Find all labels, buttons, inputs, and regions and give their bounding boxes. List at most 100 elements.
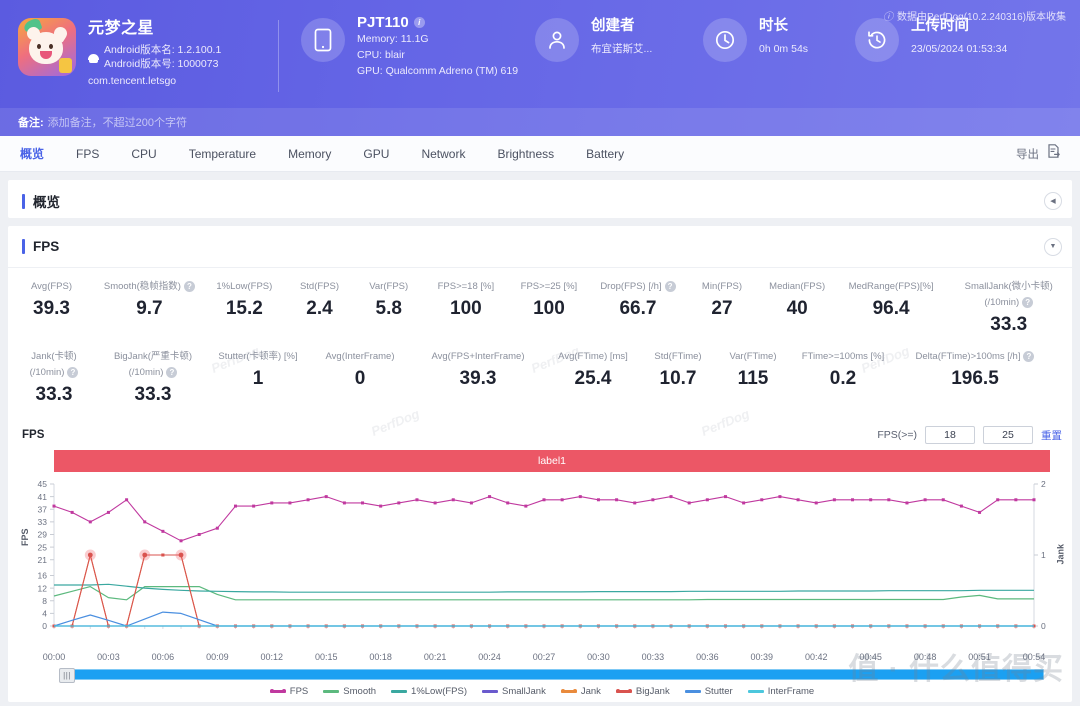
tab-gpu[interactable]: GPU xyxy=(347,136,405,172)
metric-value: 9.7 xyxy=(136,298,163,319)
legend-item[interactable]: InterFrame xyxy=(747,686,814,697)
metric-value: 33.3 xyxy=(35,384,73,405)
metric-cell: Avg(InterFrame) 0 xyxy=(310,344,410,414)
metric-label: Drop(FPS) [/h]? xyxy=(591,280,684,293)
tab-temperature[interactable]: Temperature xyxy=(173,136,272,172)
metric-cell: Drop(FPS) [/h]? 66.7 xyxy=(589,274,686,344)
fps-collapse-button[interactable]: ▼ xyxy=(1044,237,1062,256)
help-icon[interactable]: ? xyxy=(1023,351,1035,362)
metric-label: Avg(FTime) [ms] xyxy=(558,351,628,362)
metric-cell: BigJank(严重卡顿) (/10min)? 33.3 xyxy=(100,344,206,414)
help-icon[interactable]: ? xyxy=(664,281,676,292)
svg-text:0: 0 xyxy=(1041,621,1046,631)
legend-item[interactable]: FPS xyxy=(269,686,309,697)
tab-cpu[interactable]: CPU xyxy=(115,136,172,172)
x-axis-tick-label: 00:12 xyxy=(260,652,284,662)
legend-item[interactable]: Stutter xyxy=(684,686,733,697)
help-icon[interactable]: ? xyxy=(183,281,195,292)
app-icon xyxy=(18,18,76,76)
legend-swatch xyxy=(747,690,764,693)
metric-value: 2.4 xyxy=(306,298,333,319)
device-info-icon[interactable]: i xyxy=(413,17,425,28)
svg-text:2: 2 xyxy=(1041,479,1046,489)
tab-memory[interactable]: Memory xyxy=(272,136,347,172)
metric-value: 39.3 xyxy=(33,298,70,319)
section-marker xyxy=(22,193,25,209)
help-icon[interactable]: ? xyxy=(166,367,178,378)
svg-text:21: 21 xyxy=(38,555,48,565)
metric-value: 0.2 xyxy=(829,368,857,389)
x-axis-labels: 00:00 00:03 00:06 00:09 00:12 00:15 00:18 00:21… xyxy=(22,651,1062,667)
tab-battery[interactable]: Battery xyxy=(570,136,640,172)
x-axis-tick-label: 00:06 xyxy=(151,652,175,662)
metric-cell: Std(FTime) 10.7 xyxy=(640,344,716,414)
reset-link[interactable]: 重置 xyxy=(1041,428,1062,443)
metric-cell: Median(FPS) 40 xyxy=(758,274,837,344)
export-label[interactable]: 导出 xyxy=(1016,146,1039,162)
svg-text:12: 12 xyxy=(38,583,48,593)
metric-value: 40 xyxy=(786,298,808,319)
legend-item[interactable]: Jank xyxy=(560,686,601,697)
fps-threshold-high-input[interactable] xyxy=(983,426,1033,444)
metric-cell: Avg(FTime) [ms] 25.4 xyxy=(546,344,640,414)
x-axis-tick-label: 00:09 xyxy=(206,652,229,662)
tab-brightness[interactable]: Brightness xyxy=(481,136,570,172)
scrollbar-handle-left[interactable]: ||| xyxy=(59,668,75,683)
legend-item[interactable]: Smooth xyxy=(323,686,376,697)
legend-label: Stutter xyxy=(704,686,733,697)
device-memory: Memory: 11.1G xyxy=(357,33,429,45)
legend-swatch xyxy=(391,690,408,693)
header-divider xyxy=(278,20,279,92)
overview-collapse-button[interactable]: ◀ xyxy=(1044,192,1062,210)
tab-fps[interactable]: FPS xyxy=(60,136,115,172)
metric-label: Delta(FTime)>100ms [/h]? xyxy=(898,350,1052,363)
legend-label: 1%Low(FPS) xyxy=(411,686,467,697)
tab-network[interactable]: Network xyxy=(405,136,481,172)
metric-cell: Stutter(卡顿率) [%] 1 xyxy=(206,344,310,414)
series-label-bar[interactable]: label1 xyxy=(54,450,1050,472)
legend-label: FPS xyxy=(289,686,309,697)
svg-text:8: 8 xyxy=(42,596,47,606)
help-icon[interactable]: ? xyxy=(1022,297,1034,308)
legend-item[interactable]: 1%Low(FPS) xyxy=(391,686,467,697)
metric-label: Smooth(稳帧指数)? xyxy=(97,280,202,293)
metric-value: 15.2 xyxy=(225,298,263,319)
remark-bar[interactable]: 备注: 添加备注，不超过200个字符 xyxy=(0,108,1080,136)
remark-label: 备注: xyxy=(18,117,44,129)
fps-line-chart[interactable]: FPS Jank 0 4 8 12 16 21 25 29 33 37 41 45 0 1 2 xyxy=(20,476,1066,651)
creator-block: 创建者 布宜诺斯艾... xyxy=(535,14,703,62)
metric-label: BigJank(严重卡顿) (/10min)? xyxy=(113,351,193,378)
overview-title: 概览 xyxy=(33,195,60,210)
metric-cell: FPS>=18 [%] 100 xyxy=(423,274,508,344)
remark-placeholder: 添加备注，不超过200个字符 xyxy=(47,117,188,129)
fps-threshold-low-input[interactable] xyxy=(925,426,975,444)
legend-swatch xyxy=(560,689,577,693)
duration-block: 时长 0h 0m 54s xyxy=(703,14,855,62)
metric-label: Min(FPS) xyxy=(701,281,743,292)
help-icon[interactable]: ? xyxy=(67,367,79,378)
user-icon xyxy=(535,18,579,62)
export-icon[interactable] xyxy=(1046,143,1062,164)
history-icon xyxy=(855,18,899,62)
svg-text:25: 25 xyxy=(38,542,48,552)
collect-note-text: 数据由PerfDog(10.2.240316)版本收集 xyxy=(897,12,1066,23)
overview-card: 概览 ◀ xyxy=(8,180,1072,218)
chart-horizontal-scrollbar[interactable]: ||| xyxy=(59,668,1044,683)
legend-swatch xyxy=(615,689,632,693)
tab-overview[interactable]: 概览 xyxy=(14,136,60,172)
metric-value: 33.3 xyxy=(990,314,1028,335)
legend-item[interactable]: SmallJank xyxy=(482,686,546,697)
x-axis-tick-label: 00:00 xyxy=(42,652,66,662)
metric-label: Stutter(卡顿率) [%] xyxy=(218,351,298,362)
x-axis-tick-label: 00:42 xyxy=(804,652,828,662)
legend-label: Jank xyxy=(580,686,601,697)
metric-label: FTime>=100ms [%] xyxy=(801,351,885,362)
legend-item[interactable]: BigJank xyxy=(615,686,670,697)
series-line-fps xyxy=(53,496,1034,542)
x-axis-tick-label: 00:48 xyxy=(913,652,937,662)
fps-metrics: Avg(FPS) 39.3 Smooth(稳帧指数)? 9.7 1%Low(FPS) 15… xyxy=(8,268,1072,418)
x-axis-tick-label: 00:03 xyxy=(97,652,120,662)
metric-value: 100 xyxy=(450,298,482,319)
x-axis-tick-label: 00:30 xyxy=(587,652,610,662)
svg-text:0: 0 xyxy=(42,621,47,631)
